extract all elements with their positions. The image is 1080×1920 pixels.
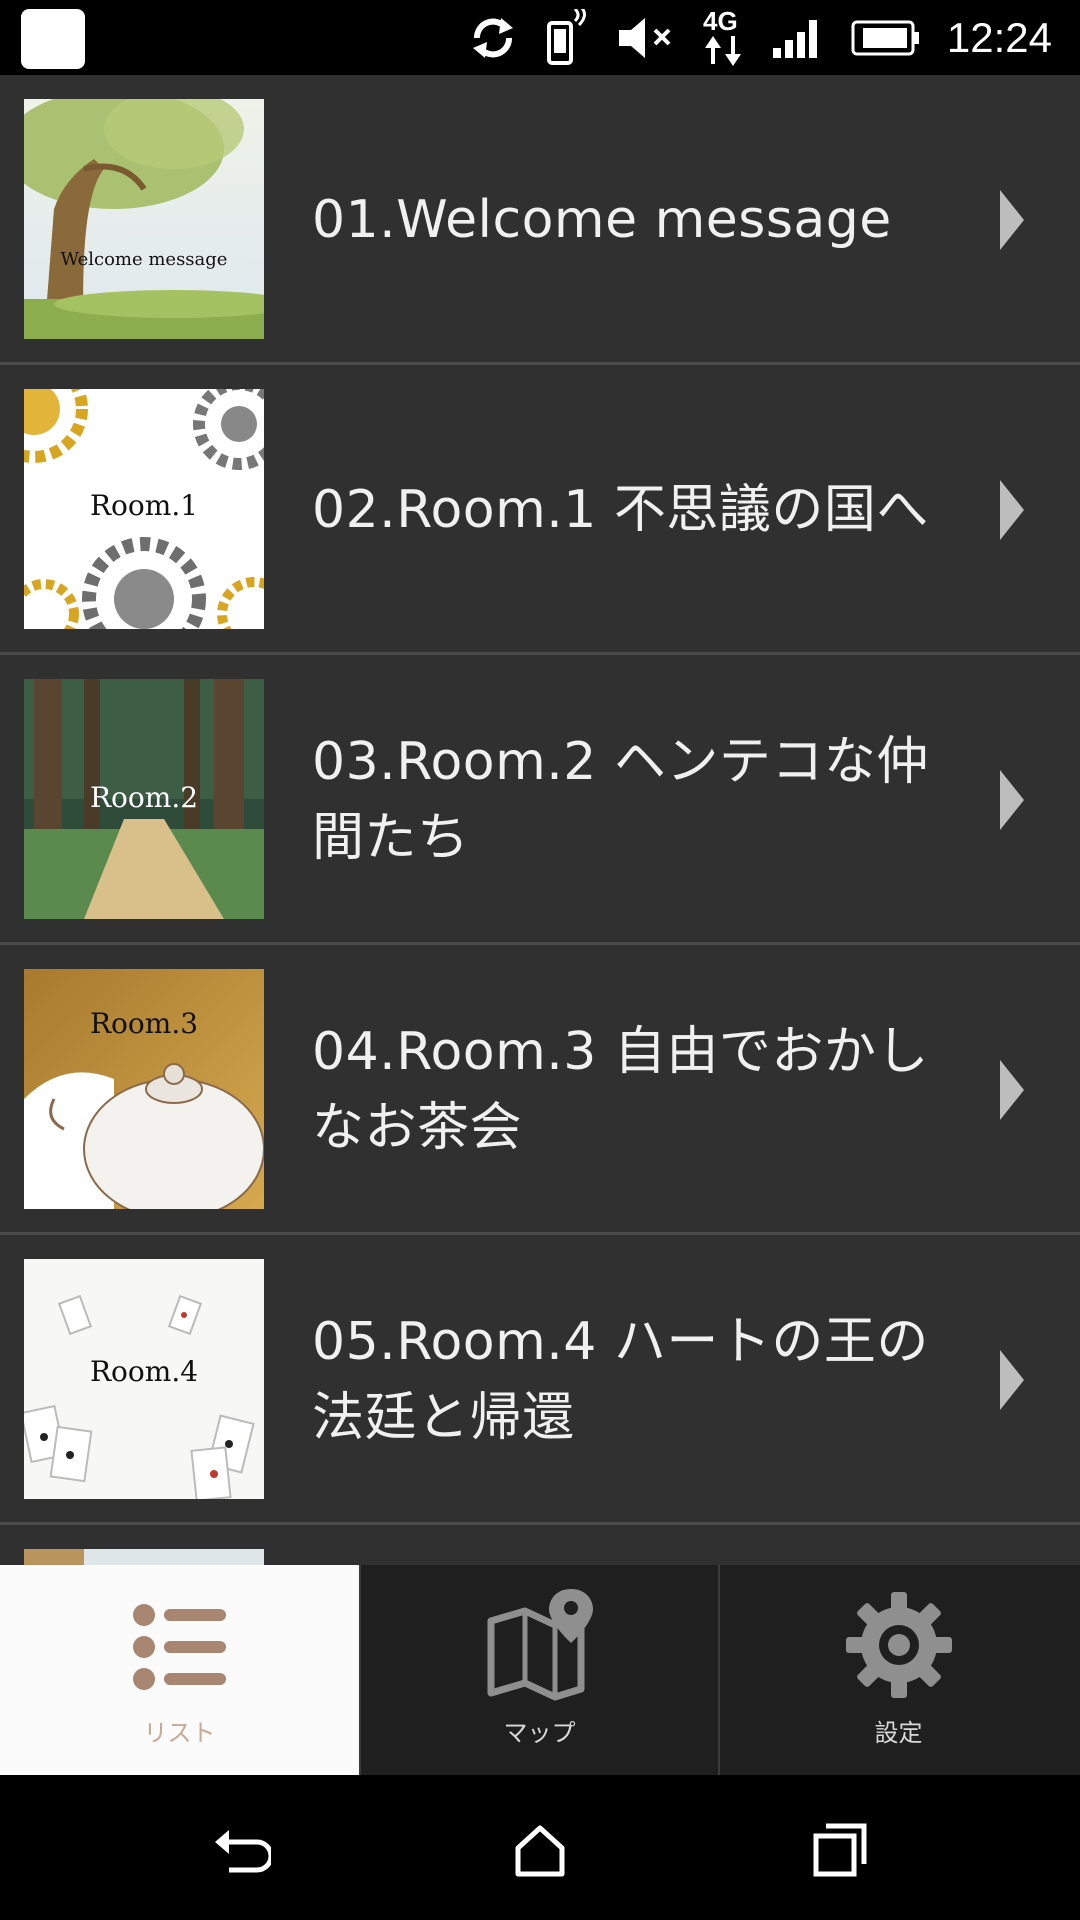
track-thumbnail: Room.4	[24, 1259, 264, 1499]
4g-data-icon: 4G	[703, 6, 741, 66]
bottom-tab-bar: リスト マップ 設定	[0, 1565, 1080, 1775]
mute-icon	[618, 17, 671, 58]
track-title-line: 04.Room.3 自由でおかし	[312, 1022, 929, 1082]
list-item[interactable]: Room.3 04.Room.3 自由でおかし なお茶会	[0, 945, 1080, 1235]
sync-icon	[472, 17, 513, 58]
track-title-line: 01.Welcome message	[312, 190, 892, 250]
track-title: 03.Room.2 ヘンテコな仲 間たち	[312, 655, 932, 945]
chevron-right-icon	[1000, 1350, 1024, 1410]
map-icon	[485, 1585, 595, 1705]
tab-settings[interactable]: 設定	[718, 1565, 1077, 1775]
track-title: 01.Welcome message	[312, 75, 932, 365]
chevron-right-icon	[1000, 1060, 1024, 1120]
tab-label: 設定	[874, 1719, 923, 1747]
thumbnail-label: Room.2	[89, 781, 199, 814]
track-title-line: 05.Room.4 ハートの王の	[312, 1312, 929, 1372]
app-icon	[21, 9, 85, 69]
track-title: 02.Room.1 不思議の国へ	[312, 365, 932, 655]
tab-label: マップ	[503, 1719, 576, 1747]
track-title-line: なお茶会	[312, 1098, 523, 1158]
chevron-right-icon	[1000, 480, 1024, 540]
battery-icon	[851, 20, 919, 55]
track-thumbnail: Room.1	[24, 389, 264, 629]
track-thumbnail: Room.3	[24, 969, 264, 1209]
status-icons: 4G 12:24	[467, 0, 1052, 75]
tab-map[interactable]: マップ	[359, 1565, 718, 1775]
list-icon	[130, 1585, 230, 1705]
track-thumbnail: Welcome message	[24, 99, 264, 339]
thumbnail-label: Welcome message	[60, 249, 228, 270]
tab-list[interactable]: リスト	[0, 1565, 359, 1775]
home-icon[interactable]	[510, 1820, 570, 1880]
chevron-right-icon	[1000, 770, 1024, 830]
chevron-right-icon	[1000, 190, 1024, 250]
track-list[interactable]: Welcome message 01.Welcome message Room.…	[0, 75, 1080, 1565]
vibrate-icon	[546, 8, 586, 65]
svg-text:4G: 4G	[703, 6, 738, 36]
gear-icon	[844, 1585, 954, 1705]
list-item[interactable]: Room.4 05.Room.4 ハートの王の 法廷と帰還	[0, 1235, 1080, 1525]
track-thumbnail	[24, 1549, 264, 1565]
track-title-line: 03.Room.2 ヘンテコな仲	[312, 732, 929, 792]
track-title-line: 法廷と帰還	[312, 1388, 575, 1448]
track-title-line: 間たち	[312, 808, 470, 868]
signal-icon	[772, 19, 817, 58]
recents-icon[interactable]	[810, 1820, 870, 1880]
thumbnail-label: Room.3	[89, 1007, 199, 1040]
list-item[interactable]	[0, 1525, 1080, 1565]
thumbnail-label: Room.1	[89, 489, 199, 522]
system-nav-bar	[0, 1775, 1080, 1920]
track-title-line: 02.Room.1 不思議の国へ	[312, 480, 929, 540]
list-item[interactable]: Welcome message 01.Welcome message	[0, 75, 1080, 365]
thumbnail-label: Room.4	[89, 1355, 199, 1388]
track-title: 05.Room.4 ハートの王の 法廷と帰還	[312, 1235, 932, 1525]
back-icon[interactable]	[211, 1820, 271, 1880]
list-item[interactable]: Room.1 02.Room.1 不思議の国へ	[0, 365, 1080, 655]
track-thumbnail: Room.2	[24, 679, 264, 919]
track-title: 04.Room.3 自由でおかし なお茶会	[312, 945, 932, 1235]
clock: 12:24	[946, 13, 1052, 61]
tab-label: リスト	[143, 1719, 216, 1747]
list-item[interactable]: Room.2 03.Room.2 ヘンテコな仲 間たち	[0, 655, 1080, 945]
status-bar: 4G 12:24	[0, 0, 1080, 75]
